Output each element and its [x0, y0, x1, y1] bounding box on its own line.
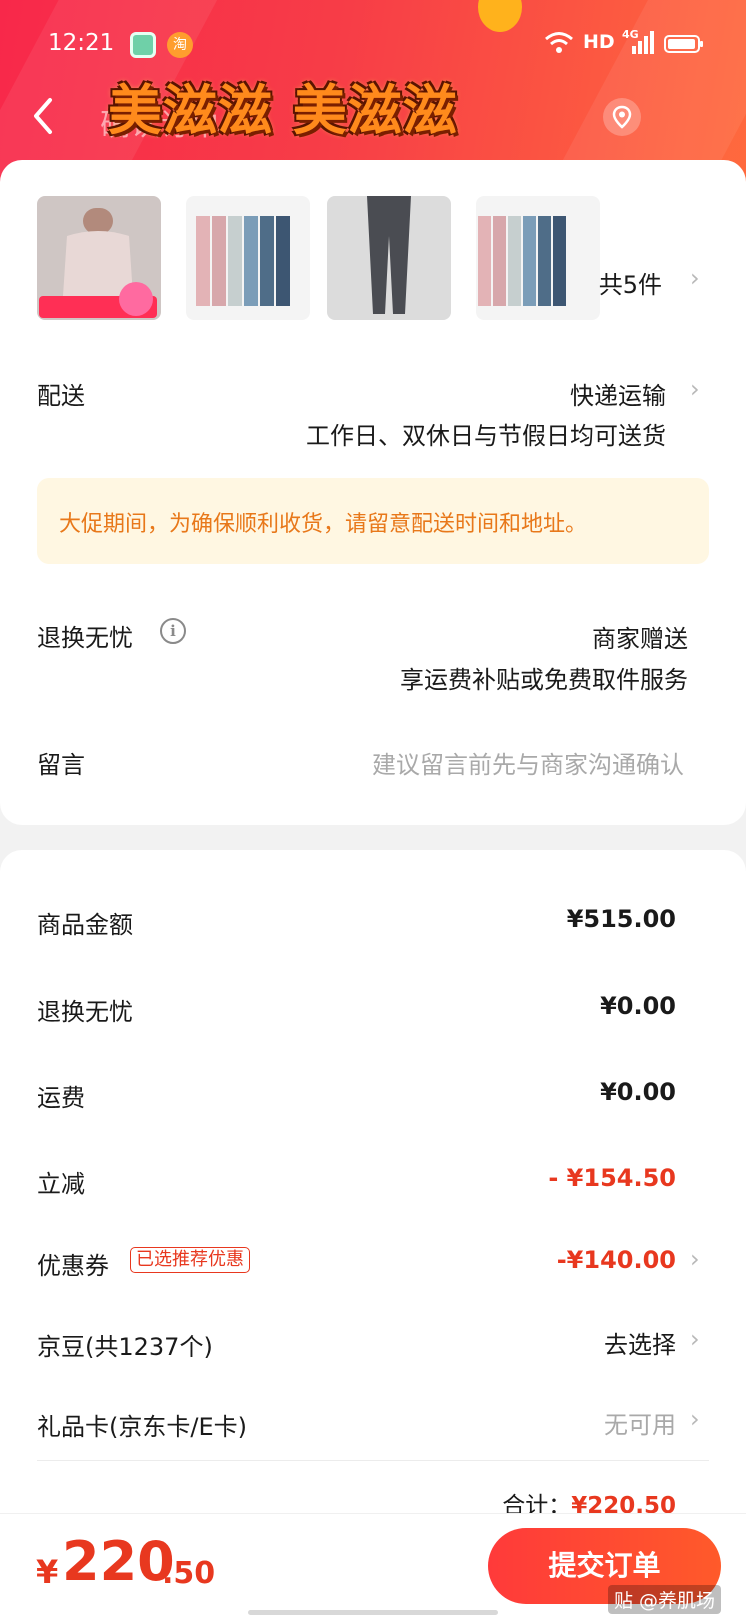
delivery-method[interactable]: 快递运输: [570, 376, 666, 411]
info-icon[interactable]: i: [160, 618, 186, 644]
goods-amount-value: ¥515.00: [566, 905, 676, 933]
product-count[interactable]: 共5件: [599, 265, 662, 300]
total-currency: ¥: [36, 1553, 59, 1591]
product-thumbnail[interactable]: [37, 196, 161, 320]
return-service-label: 退换无忧: [37, 624, 133, 652]
total-amount-decimal: .50: [162, 1556, 216, 1591]
location-pin-icon[interactable]: [603, 98, 641, 136]
product-thumbnail[interactable]: [186, 196, 310, 320]
shipping-label: 运费: [37, 1084, 85, 1112]
back-arrow-icon[interactable]: [30, 96, 58, 136]
chevron-right-icon[interactable]: ›: [690, 264, 700, 292]
return-fee-value: ¥0.00: [600, 992, 676, 1020]
total-amount-integer: 220: [62, 1530, 175, 1593]
promo-tag: [39, 282, 157, 318]
product-thumbnail[interactable]: [327, 196, 451, 320]
status-time: 12:21: [48, 30, 115, 56]
status-bar: 12:21 淘 HD 4G: [0, 24, 746, 64]
chevron-right-icon[interactable]: ›: [690, 1405, 700, 1433]
message-label: 留言: [37, 751, 85, 779]
product-thumbnail[interactable]: [476, 196, 600, 320]
goods-amount-label: 商品金额: [37, 911, 133, 939]
promo-banner-text: 美滋滋 美滋滋: [108, 78, 458, 142]
instant-discount-label: 立减: [37, 1170, 85, 1198]
promo-notice: 大促期间，为确保顺利收货，请留意配送时间和地址。: [37, 478, 709, 564]
wifi-icon: [545, 32, 573, 53]
return-service-value: 商家赠送: [592, 625, 688, 653]
battery-icon: [664, 35, 703, 53]
return-fee-label: 退换无忧: [37, 998, 133, 1026]
jd-beans-value[interactable]: 去选择: [604, 1325, 676, 1360]
chevron-right-icon[interactable]: ›: [690, 375, 700, 403]
delivery-note: 工作日、双休日与节假日均可送货: [306, 422, 666, 450]
message-input[interactable]: 建议留言前先与商家沟通确认: [372, 745, 684, 780]
gift-card-value[interactable]: 无可用: [604, 1405, 676, 1440]
divider: [37, 1460, 709, 1461]
jd-beans-label: 京豆(共1237个): [37, 1333, 213, 1361]
taobao-app-icon: 淘: [167, 32, 193, 58]
chevron-right-icon[interactable]: ›: [690, 1245, 700, 1273]
coupon-value[interactable]: -¥140.00: [557, 1246, 676, 1274]
watermark: 贴 @养肌场: [608, 1585, 722, 1614]
home-indicator: [248, 1610, 498, 1615]
gift-card-label: 礼品卡(京东卡/E卡): [37, 1413, 247, 1441]
shipping-value: ¥0.00: [600, 1078, 676, 1106]
chevron-right-icon[interactable]: ›: [690, 1325, 700, 1353]
coupon-label: 优惠券: [37, 1252, 109, 1280]
signal-icon: [632, 31, 654, 54]
coupon-badge: 已选推荐优惠: [130, 1247, 250, 1273]
return-service-sub: 享运费补贴或免费取件服务: [400, 666, 688, 694]
network-hd-label: HD: [583, 31, 615, 53]
instant-discount-value: - ¥154.50: [548, 1164, 676, 1192]
message-app-icon: [130, 32, 156, 58]
delivery-label: 配送: [37, 382, 85, 410]
